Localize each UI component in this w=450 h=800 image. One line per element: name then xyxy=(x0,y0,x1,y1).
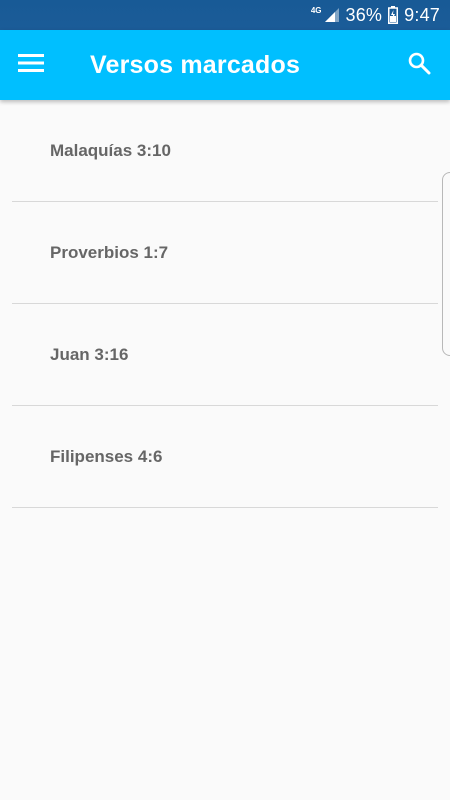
verse-reference: Proverbios 1:7 xyxy=(50,243,169,262)
battery-icon xyxy=(388,6,399,24)
status-bar: 4G 36% 9:47 xyxy=(0,0,450,30)
bookmarked-verses-list: Malaquías 3:10 Proverbios 1:7 Juan 3:16 … xyxy=(0,100,450,508)
signal-strength-icon xyxy=(324,7,340,23)
menu-button[interactable] xyxy=(8,42,54,88)
edge-panel-handle[interactable] xyxy=(442,172,450,356)
battery-percentage: 36% xyxy=(345,4,383,25)
list-item[interactable]: Proverbios 1:7 xyxy=(12,202,438,304)
list-item[interactable]: Malaquías 3:10 xyxy=(12,100,438,202)
verse-reference: Filipenses 4:6 xyxy=(50,447,163,466)
search-icon xyxy=(407,51,431,80)
list-item[interactable]: Juan 3:16 xyxy=(12,304,438,406)
page-title: Versos marcados xyxy=(90,51,301,79)
hamburger-menu-icon xyxy=(18,53,44,78)
status-indicators: 4G 36% 9:47 xyxy=(311,0,440,30)
app-bar: Versos marcados xyxy=(0,30,450,100)
list-item[interactable]: Filipenses 4:6 xyxy=(12,406,438,508)
clock-time: 9:47 xyxy=(404,4,440,25)
network-type-label: 4G xyxy=(310,5,322,15)
verse-reference: Juan 3:16 xyxy=(50,345,129,364)
verse-reference: Malaquías 3:10 xyxy=(50,141,171,160)
search-button[interactable] xyxy=(396,42,442,88)
